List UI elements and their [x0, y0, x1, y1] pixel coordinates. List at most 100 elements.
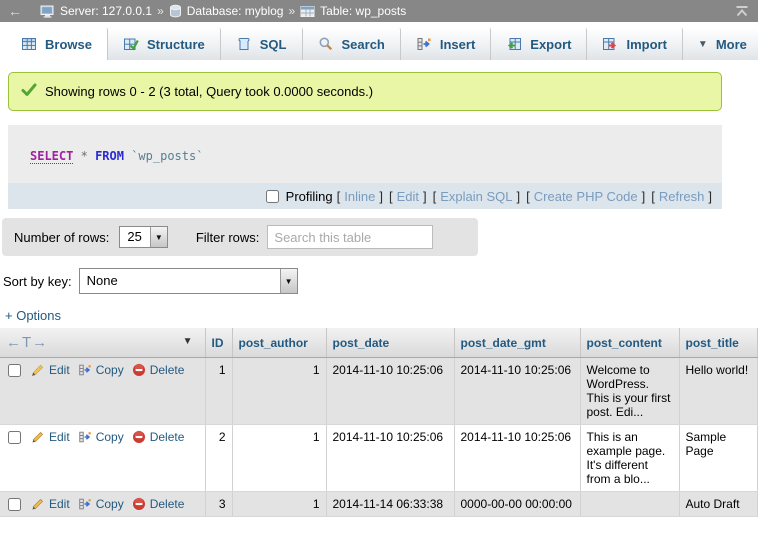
- delete-link[interactable]: Delete: [132, 497, 185, 511]
- row-actions-header[interactable]: ←T→ ▼: [0, 328, 205, 358]
- breadcrumb-server[interactable]: Server: 127.0.0.1: [60, 4, 152, 18]
- horizontal-toggle-icon[interactable]: ←T→: [6, 334, 48, 351]
- row-checkbox[interactable]: [8, 364, 21, 377]
- browse-icon: [21, 36, 37, 52]
- copy-link[interactable]: Copy: [78, 497, 124, 511]
- breadcrumb-database[interactable]: Database: myblog: [187, 4, 284, 18]
- chevron-down-icon: ▼: [698, 39, 708, 50]
- cell-post-author: 1: [232, 358, 326, 425]
- cell-id: 3: [205, 492, 232, 517]
- tab-search[interactable]: Search: [303, 28, 401, 60]
- cell-id: 1: [205, 358, 232, 425]
- filter-rows-label: Filter rows:: [196, 230, 260, 245]
- cell-post-date-gmt: 2014-11-10 10:25:06: [454, 358, 580, 425]
- tab-insert[interactable]: Insert: [401, 28, 491, 60]
- sort-row: Sort by key: None ▼: [3, 268, 758, 294]
- tab-structure[interactable]: Structure: [108, 28, 221, 60]
- cell-id: 2: [205, 425, 232, 492]
- options-toggle[interactable]: + Options: [5, 308, 61, 323]
- delete-link[interactable]: Delete: [132, 363, 185, 377]
- table-row: Edit Copy Delete 2 1 2014-11-10 10:25:06…: [0, 425, 758, 492]
- column-header-post-date-gmt[interactable]: post_date_gmt: [454, 328, 580, 358]
- breadcrumb-separator: »: [157, 4, 164, 18]
- tab-label: Insert: [440, 37, 475, 52]
- table-row: Edit Copy Delete 1 1 2014-11-10 10:25:06…: [0, 358, 758, 425]
- sort-triangle-icon[interactable]: ▼: [183, 336, 193, 347]
- edit-query-link[interactable]: Edit: [397, 189, 419, 204]
- column-header-post-author[interactable]: post_author: [232, 328, 326, 358]
- success-message: Showing rows 0 - 2 (3 total, Query took …: [8, 72, 722, 111]
- cell-post-date: 2014-11-10 10:25:06: [326, 358, 454, 425]
- table-filter-input[interactable]: [267, 225, 433, 249]
- cell-post-date: 2014-11-14 06:33:38: [326, 492, 454, 517]
- sql-table-ref: `wp_posts`: [131, 149, 203, 163]
- chevron-down-icon: ▼: [150, 227, 167, 247]
- row-checkbox[interactable]: [8, 431, 21, 444]
- delete-link[interactable]: Delete: [132, 430, 185, 444]
- results-table: ←T→ ▼ ID post_author post_date post_date…: [0, 328, 758, 517]
- back-arrow-icon[interactable]: ←: [8, 3, 22, 19]
- explain-sql-link[interactable]: Explain SQL: [440, 189, 512, 204]
- cell-post-author: 1: [232, 492, 326, 517]
- column-header-id[interactable]: ID: [205, 328, 232, 358]
- copy-icon: [78, 363, 92, 377]
- tab-label: Import: [626, 37, 666, 52]
- profiling-label: Profiling: [286, 189, 333, 204]
- delete-icon: [132, 430, 146, 444]
- pencil-icon: [31, 363, 45, 377]
- table-header-row: ←T→ ▼ ID post_author post_date post_date…: [0, 328, 758, 358]
- column-header-post-date[interactable]: post_date: [326, 328, 454, 358]
- collapse-icon[interactable]: [734, 5, 750, 18]
- copy-icon: [78, 430, 92, 444]
- inline-link[interactable]: Inline: [344, 189, 375, 204]
- sql-keyword-select[interactable]: SELECT: [30, 149, 73, 164]
- breadcrumb: ← Server: 127.0.0.1 » Database: myblog »…: [0, 0, 758, 22]
- delete-icon: [132, 363, 146, 377]
- edit-link[interactable]: Edit: [31, 363, 70, 377]
- copy-link[interactable]: Copy: [78, 430, 124, 444]
- cell-post-content: [580, 492, 679, 517]
- tab-import[interactable]: Import: [587, 28, 682, 60]
- number-of-rows-label: Number of rows:: [14, 230, 109, 245]
- cell-post-title: Sample Page: [679, 425, 758, 492]
- sort-key-value: None: [80, 269, 126, 293]
- profiling-checkbox[interactable]: [266, 190, 279, 203]
- sql-keyword-from: FROM: [95, 149, 124, 163]
- sql-query-panel: SELECT * FROM `wp_posts` Profiling [ Inl…: [8, 125, 722, 209]
- cell-post-title: Auto Draft: [679, 492, 758, 517]
- tab-export[interactable]: Export: [491, 28, 587, 60]
- rows-filter-bar: Number of rows: 25 ▼ Filter rows:: [2, 218, 478, 256]
- delete-icon: [132, 497, 146, 511]
- copy-link[interactable]: Copy: [78, 363, 124, 377]
- tab-label: More: [716, 37, 747, 52]
- export-icon: [506, 36, 522, 52]
- insert-icon: [416, 36, 432, 52]
- server-icon: [40, 4, 55, 18]
- cell-post-title: Hello world!: [679, 358, 758, 425]
- create-php-code-link[interactable]: Create PHP Code: [534, 189, 638, 204]
- refresh-link[interactable]: Refresh: [659, 189, 705, 204]
- column-header-post-title[interactable]: post_title: [679, 328, 758, 358]
- copy-icon: [78, 497, 92, 511]
- cell-post-date-gmt: 0000-00-00 00:00:00: [454, 492, 580, 517]
- sort-key-select[interactable]: None ▼: [79, 268, 298, 294]
- column-header-post-content[interactable]: post_content: [580, 328, 679, 358]
- tab-label: Browse: [45, 37, 92, 52]
- tab-label: Structure: [147, 37, 205, 52]
- edit-link[interactable]: Edit: [31, 497, 70, 511]
- rows-per-page-select[interactable]: 25 ▼: [119, 226, 167, 248]
- cell-post-content: Welcome to WordPress. This is your first…: [580, 358, 679, 425]
- chevron-down-icon: ▼: [280, 269, 297, 293]
- tab-more[interactable]: ▼ More: [683, 28, 758, 60]
- pencil-icon: [31, 430, 45, 444]
- table-row: Edit Copy Delete 3 1 2014-11-14 06:33:38…: [0, 492, 758, 517]
- breadcrumb-table[interactable]: Table: wp_posts: [320, 4, 406, 18]
- search-icon: [318, 36, 334, 52]
- tab-browse[interactable]: Browse: [6, 28, 108, 60]
- sql-icon: [236, 36, 252, 52]
- cell-post-date-gmt: 2014-11-10 10:25:06: [454, 425, 580, 492]
- table-icon: [300, 5, 315, 18]
- edit-link[interactable]: Edit: [31, 430, 70, 444]
- row-checkbox[interactable]: [8, 498, 21, 511]
- tab-sql[interactable]: SQL: [221, 28, 303, 60]
